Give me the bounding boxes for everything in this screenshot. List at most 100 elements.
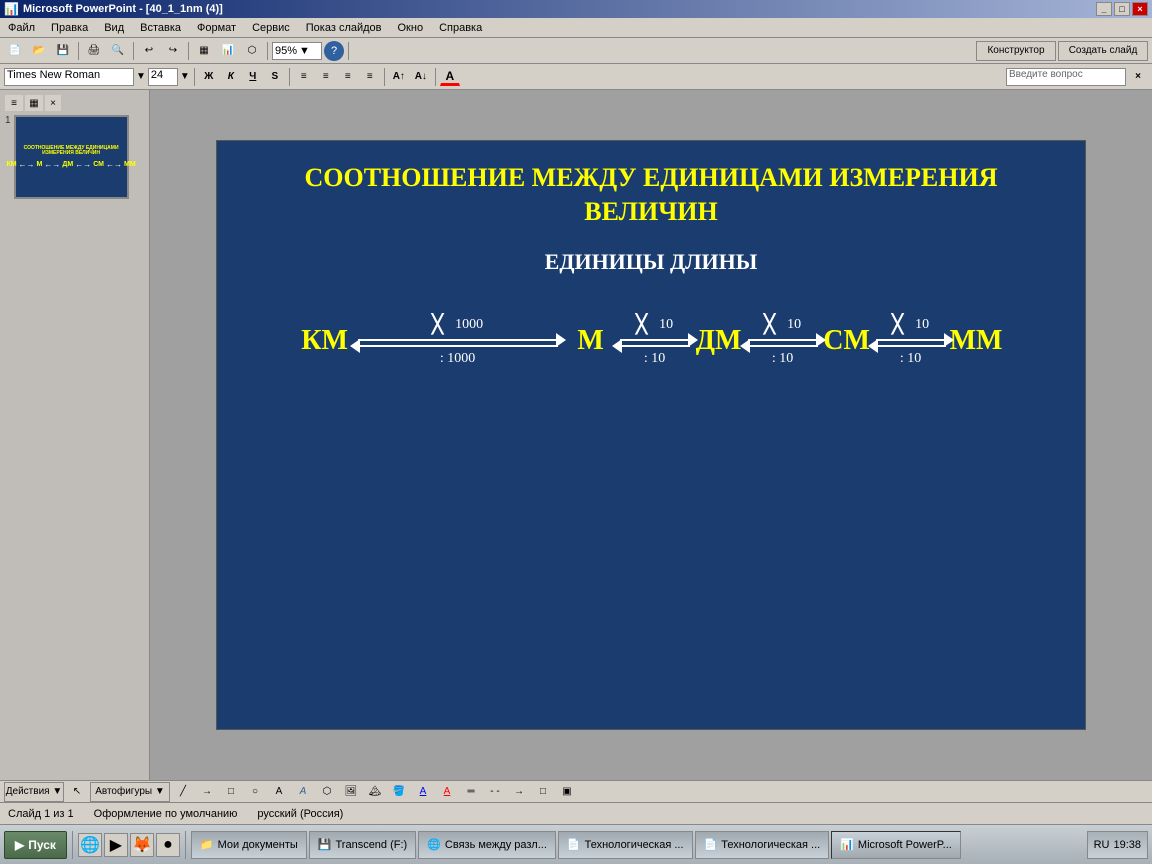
help-btn[interactable]: ? bbox=[324, 41, 344, 61]
main-toolbar: 📄 📂 💾 🖨 🔍 ↩ ↪ ▦ 📊 ⬡ 95% ▼ ? Конструктор … bbox=[0, 38, 1152, 64]
open-btn[interactable]: 📂 bbox=[28, 41, 50, 61]
preview-btn[interactable]: 🔍 bbox=[107, 41, 129, 61]
chart-btn[interactable]: 📊 bbox=[217, 41, 239, 61]
status-bar: Слайд 1 из 1 Оформление по умолчанию рус… bbox=[0, 802, 1152, 824]
arrow-tool-btn[interactable]: → bbox=[196, 782, 218, 802]
unit-km: КМ bbox=[300, 325, 350, 357]
create-slide-btn[interactable]: Создать слайд bbox=[1058, 41, 1148, 61]
status-language: русский (Россия) bbox=[257, 808, 343, 820]
arrow-dm-cm: ╲ ╱ 10 bbox=[748, 315, 818, 367]
wordart-btn[interactable]: A bbox=[292, 782, 314, 802]
fill-color-btn[interactable]: 🪣 bbox=[388, 782, 410, 802]
font-name-value: Times New Roman bbox=[7, 69, 100, 81]
arrow-km-m: ╲ ╱ 1000 bbox=[358, 315, 558, 367]
close-btn[interactable]: × bbox=[1132, 2, 1148, 16]
line-btn[interactable]: ╱ bbox=[172, 782, 194, 802]
menu-format[interactable]: Формат bbox=[193, 20, 240, 36]
slide-panel: ≡ ▦ × 1 СООТНОШЕНИЕ МЕЖДУ ЕДИНИЦАМИ ИЗМЕ… bbox=[0, 90, 150, 780]
system-tray: RU 19:38 bbox=[1087, 831, 1148, 859]
align-right-btn[interactable]: ≡ bbox=[338, 68, 358, 86]
taskbar-ie-icon[interactable]: 🌐 bbox=[78, 833, 102, 857]
taskbar-app-transcend[interactable]: 💾 Transcend (F:) bbox=[309, 831, 416, 859]
font-color-draw-btn[interactable]: A bbox=[436, 782, 458, 802]
menu-help[interactable]: Справка bbox=[435, 20, 486, 36]
font-size-input[interactable]: 24 bbox=[148, 68, 178, 86]
align-center-btn[interactable]: ≡ bbox=[316, 68, 336, 86]
taskbar-app-tech1[interactable]: 📄 Технологическая ... bbox=[558, 831, 693, 859]
line-color-btn[interactable]: A bbox=[412, 782, 434, 802]
print-btn[interactable]: 🖨 bbox=[83, 41, 105, 61]
arrow-right-row bbox=[358, 339, 558, 341]
taskbar-chrome-icon[interactable]: ● bbox=[156, 833, 180, 857]
strikethrough-btn[interactable]: S bbox=[265, 68, 285, 86]
panel-close-btn[interactable]: × bbox=[45, 95, 61, 111]
menu-file[interactable]: Файл bbox=[4, 20, 39, 36]
dash-style-btn[interactable]: - - bbox=[484, 782, 506, 802]
panel-slides-btn[interactable]: ▦ bbox=[25, 95, 43, 111]
increase-font-btn[interactable]: A↑ bbox=[389, 68, 409, 86]
menu-view[interactable]: Вид bbox=[100, 20, 128, 36]
taskbar-firefox-icon[interactable]: 🦊 bbox=[130, 833, 154, 857]
slide-canvas: СООТНОШЕНИЕ МЕЖДУ ЕДИНИЦАМИ ИЗМЕРЕНИЯ ВЕ… bbox=[216, 140, 1086, 730]
align-left-btn[interactable]: ≡ bbox=[294, 68, 314, 86]
diagram-draw-btn[interactable]: ⬡ bbox=[316, 782, 338, 802]
taskbar-app-powerpoint[interactable]: 📊 Microsoft PowerP... bbox=[831, 831, 961, 859]
arrow-m-dm: ╲ ╱ 10 bbox=[620, 315, 690, 367]
start-button[interactable]: ▶ Пуск bbox=[4, 831, 67, 859]
undo-btn[interactable]: ↩ bbox=[138, 41, 160, 61]
drawing-toolbar: Действия ▼ ↖ Автофигуры ▼ ╱ → □ ○ A A ⬡ … bbox=[0, 780, 1152, 802]
taskbar-app-svyaz[interactable]: 🌐 Связь между разл... bbox=[418, 831, 556, 859]
picture-btn[interactable]: 🏔 bbox=[364, 782, 386, 802]
ellipse-btn[interactable]: ○ bbox=[244, 782, 266, 802]
3d-btn[interactable]: ▣ bbox=[556, 782, 578, 802]
unit-m: М bbox=[566, 325, 616, 357]
taskbar: ▶ Пуск 🌐 ▶ 🦊 ● 📁 Мои документы 💾 Transce… bbox=[0, 824, 1152, 864]
font-size-value: 24 bbox=[151, 69, 163, 81]
slide-edit-area[interactable]: СООТНОШЕНИЕ МЕЖДУ ЕДИНИЦАМИ ИЗМЕРЕНИЯ ВЕ… bbox=[150, 90, 1152, 780]
window-title: Microsoft PowerPoint - [40_1_1nm (4)] bbox=[23, 3, 223, 15]
zoom-box[interactable]: 95% ▼ bbox=[272, 42, 322, 60]
zoom-value: 95% bbox=[275, 45, 297, 57]
slide-thumbnail-1[interactable]: СООТНОШЕНИЕ МЕЖДУ ЕДИНИЦАМИ ИЗМЕРЕНИЯ ВЕ… bbox=[14, 115, 129, 199]
font-name-input[interactable]: Times New Roman bbox=[4, 68, 134, 86]
menu-window[interactable]: Окно bbox=[394, 20, 428, 36]
menu-service[interactable]: Сервис bbox=[248, 20, 294, 36]
ask-placeholder: Введите вопрос bbox=[1009, 69, 1083, 80]
clipart-btn[interactable]: 🖼 bbox=[340, 782, 362, 802]
new-btn[interactable]: 📄 bbox=[4, 41, 26, 61]
line-style-btn[interactable]: ═ bbox=[460, 782, 482, 802]
tray-ru: RU bbox=[1094, 839, 1110, 851]
rect-btn[interactable]: □ bbox=[220, 782, 242, 802]
maximize-btn[interactable]: □ bbox=[1114, 2, 1130, 16]
decrease-font-btn[interactable]: A↓ bbox=[411, 68, 431, 86]
arrow-style-btn[interactable]: → bbox=[508, 782, 530, 802]
table-btn[interactable]: ▦ bbox=[193, 41, 215, 61]
taskbar-app-documents[interactable]: 📁 Мои документы bbox=[191, 831, 307, 859]
italic-btn[interactable]: К bbox=[221, 68, 241, 86]
redo-btn[interactable]: ↪ bbox=[162, 41, 184, 61]
save-btn[interactable]: 💾 bbox=[52, 41, 74, 61]
font-color-btn[interactable]: A bbox=[440, 68, 460, 86]
underline-btn[interactable]: Ч bbox=[243, 68, 263, 86]
justify-btn[interactable]: ≡ bbox=[360, 68, 380, 86]
taskbar-media-icon[interactable]: ▶ bbox=[104, 833, 128, 857]
main-area: ≡ ▦ × 1 СООТНОШЕНИЕ МЕЖДУ ЕДИНИЦАМИ ИЗМЕ… bbox=[0, 90, 1152, 780]
minimize-btn[interactable]: _ bbox=[1096, 2, 1112, 16]
cursor-btn[interactable]: ↖ bbox=[66, 782, 88, 802]
menu-slideshow[interactable]: Показ слайдов bbox=[302, 20, 386, 36]
ask-input[interactable]: Введите вопрос bbox=[1006, 68, 1126, 86]
shadow-btn[interactable]: □ bbox=[532, 782, 554, 802]
bold-btn[interactable]: Ж bbox=[199, 68, 219, 86]
textbox-btn[interactable]: A bbox=[268, 782, 290, 802]
diagram-btn[interactable]: ⬡ bbox=[241, 41, 263, 61]
window-controls[interactable]: _ □ × bbox=[1096, 2, 1148, 16]
menu-insert[interactable]: Вставка bbox=[136, 20, 185, 36]
units-diagram: КМ ╲ ╱ 1000 bbox=[237, 315, 1065, 367]
taskbar-app-tech2[interactable]: 📄 Технологическая ... bbox=[695, 831, 830, 859]
autoshapes-btn[interactable]: Автофигуры ▼ bbox=[90, 782, 170, 802]
ask-close-btn[interactable]: × bbox=[1128, 68, 1148, 86]
menu-edit[interactable]: Правка bbox=[47, 20, 92, 36]
designer-btn[interactable]: Конструктор bbox=[976, 41, 1056, 61]
actions-btn[interactable]: Действия ▼ bbox=[4, 782, 64, 802]
panel-outline-btn[interactable]: ≡ bbox=[5, 95, 23, 111]
